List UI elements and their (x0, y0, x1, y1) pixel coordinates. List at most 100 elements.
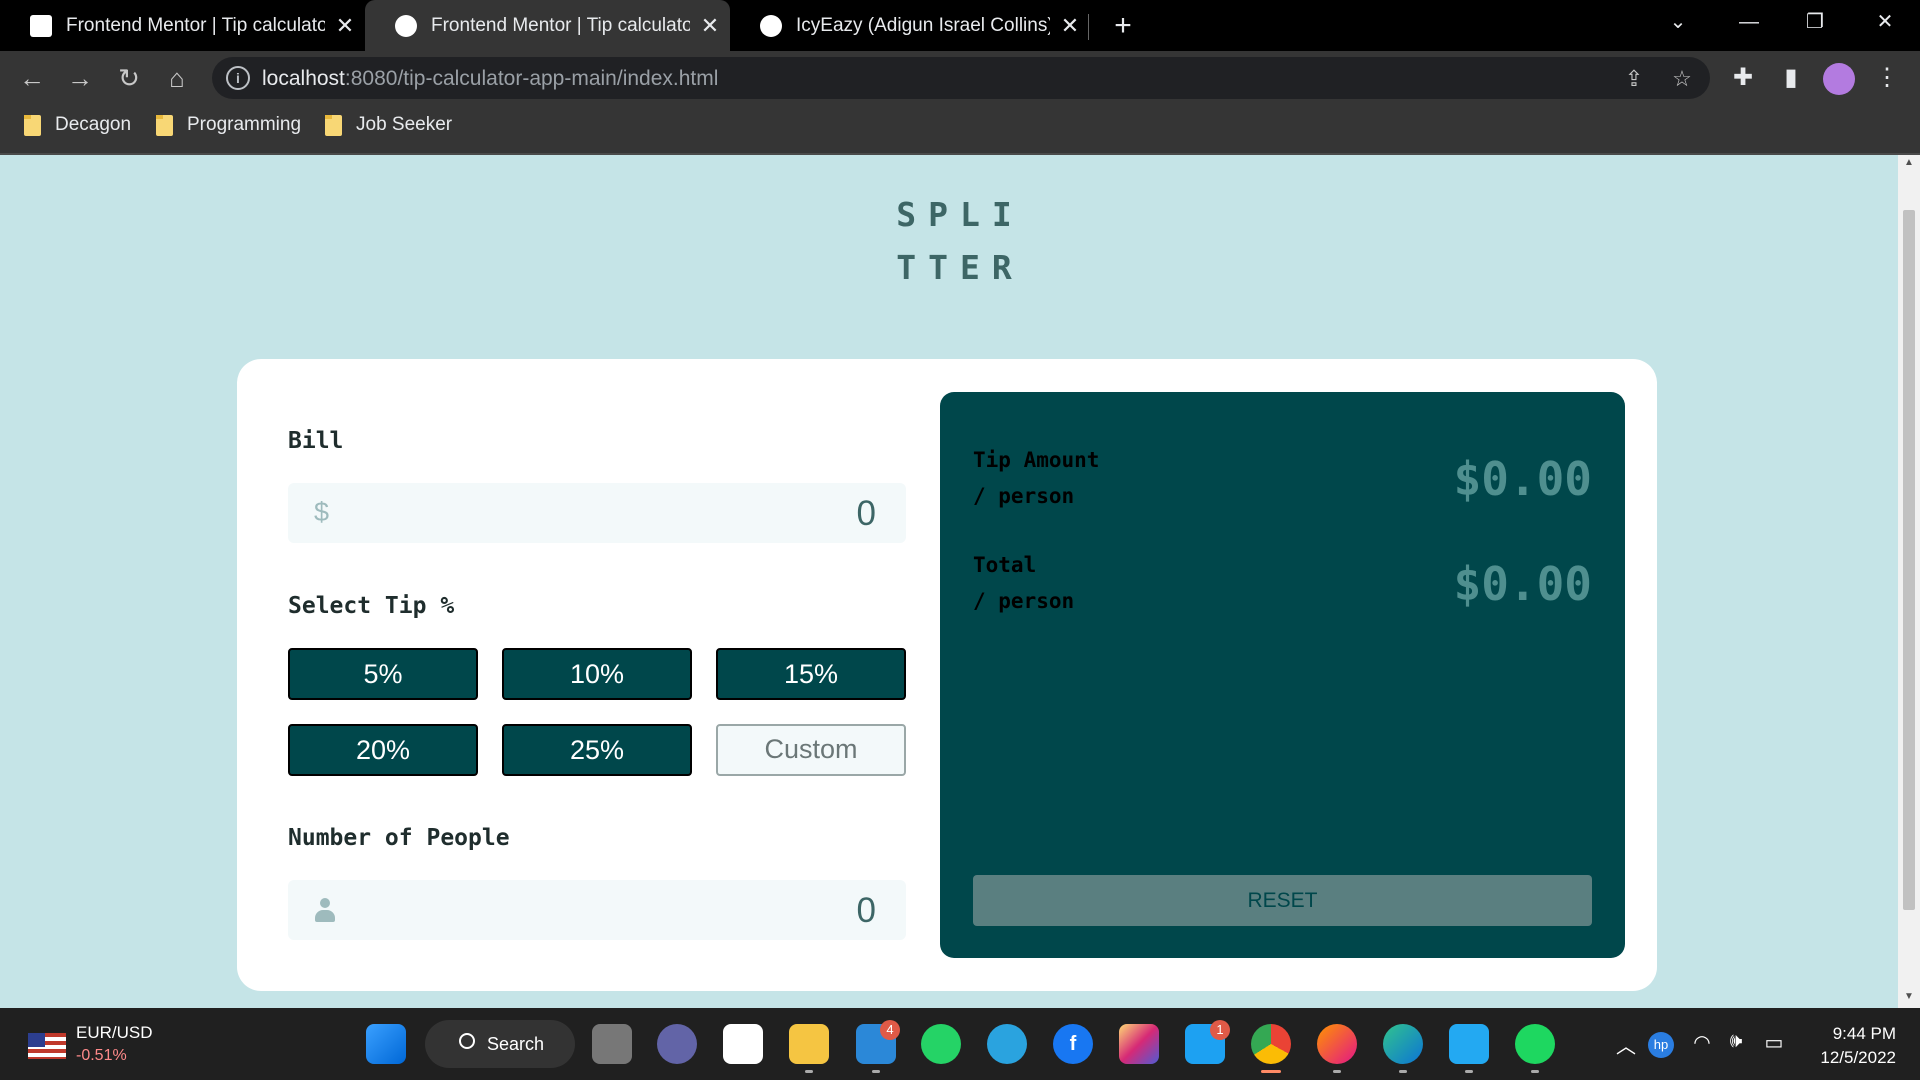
tip-amount-label: Tip Amount / person (973, 448, 1100, 508)
clock-date: 12/5/2022 (1820, 1048, 1896, 1067)
telegram-icon[interactable] (987, 1024, 1027, 1064)
favicon-icon (395, 14, 417, 37)
show-hidden-icons[interactable]: ︿ (1612, 1030, 1640, 1059)
bill-value: 0 (856, 494, 876, 533)
running-indicator (805, 1070, 813, 1073)
chrome-icon[interactable] (1251, 1024, 1291, 1064)
task-view-icon[interactable] (592, 1024, 632, 1064)
scroll-down-icon[interactable]: ▼ (1903, 991, 1915, 1002)
start-icon[interactable] (366, 1024, 406, 1064)
app-logo: SPLI TTER (860, 188, 1060, 294)
vscode-icon[interactable] (1449, 1024, 1489, 1064)
logo-line-2: TTER (896, 248, 1024, 287)
person-icon (315, 898, 335, 924)
running-indicator (1465, 1070, 1473, 1073)
profile-avatar[interactable] (1823, 63, 1855, 95)
bookmark-label: Programming (187, 114, 302, 135)
scroll-thumb[interactable] (1903, 210, 1915, 910)
volume-icon[interactable]: 🕪 (1722, 1030, 1750, 1053)
bookmark-programming[interactable]: Programming (156, 108, 301, 142)
home-icon[interactable]: ⌂ (159, 62, 195, 94)
wifi-icon[interactable]: ◠ (1688, 1030, 1716, 1055)
running-indicator (1333, 1070, 1341, 1073)
tip-20-button[interactable]: 20% (288, 724, 478, 776)
people-input[interactable]: 0 (288, 880, 906, 940)
close-tab-icon[interactable]: ✕ (690, 13, 730, 39)
edge-icon[interactable] (1383, 1024, 1423, 1064)
folder-icon (325, 114, 342, 136)
side-panel-icon[interactable]: ▮ (1775, 62, 1807, 94)
tab-3[interactable]: IcyEazy (Adigun Israel Collins) ✕ (730, 0, 1090, 51)
hp-icon[interactable]: hp (1648, 1032, 1674, 1058)
site-info-icon[interactable]: i (226, 66, 250, 90)
running-indicator (1531, 1070, 1539, 1073)
bookmark-decagon[interactable]: Decagon (24, 108, 131, 142)
select-tip-label: Select Tip % (288, 593, 455, 619)
twitter-badge: 1 (1210, 1020, 1230, 1040)
us-flag-icon (28, 1033, 66, 1059)
mail-badge: 4 (880, 1020, 900, 1040)
close-window-icon[interactable]: ✕ (1852, 0, 1918, 44)
teams-chat-icon[interactable] (657, 1024, 697, 1064)
active-indicator (1261, 1070, 1281, 1073)
github-icon (760, 14, 782, 37)
file-explorer-icon[interactable] (789, 1024, 829, 1064)
bookmarks-bar: Decagon Programming Job Seeker (0, 108, 1920, 154)
running-indicator (1399, 1070, 1407, 1073)
restore-icon[interactable]: ❐ (1782, 0, 1848, 44)
tab-1[interactable]: Frontend Mentor | Tip calculator ✕ (0, 0, 365, 51)
ticker-change: -0.51% (76, 1047, 127, 1064)
close-tab-icon[interactable]: ✕ (1050, 13, 1090, 39)
total-value: $0.00 (1453, 557, 1592, 611)
people-value: 0 (856, 891, 876, 930)
tab-title: Frontend Mentor | Tip calculator (431, 14, 690, 36)
new-tab-icon[interactable]: + (1105, 6, 1141, 46)
result-panel: Tip Amount / person $0.00 Total / person… (940, 392, 1625, 958)
tip-5-button[interactable]: 5% (288, 648, 478, 700)
tip-15-button[interactable]: 15% (716, 648, 906, 700)
microsoft-store-icon[interactable] (723, 1024, 763, 1064)
back-icon[interactable]: ← (14, 62, 50, 94)
close-tab-icon[interactable]: ✕ (325, 13, 365, 39)
tip-amount-value: $0.00 (1453, 452, 1592, 506)
whatsapp-icon[interactable] (921, 1024, 961, 1064)
tip-25-button[interactable]: 25% (502, 724, 692, 776)
folder-icon (156, 114, 173, 136)
search-icon (459, 1033, 475, 1049)
url-text: localhost:8080/tip-calculator-app-main/i… (262, 67, 719, 90)
custom-tip-input[interactable]: Custom (716, 724, 906, 776)
forward-icon[interactable]: → (62, 62, 98, 94)
tab-strip: Frontend Mentor | Tip calculator ✕ Front… (0, 0, 1920, 51)
minimize-icon[interactable]: — (1716, 0, 1782, 44)
tab-2[interactable]: Frontend Mentor | Tip calculator ✕ (365, 0, 730, 51)
bill-input[interactable]: $ 0 (288, 483, 906, 543)
instagram-icon[interactable] (1119, 1024, 1159, 1064)
ticker-name: EUR/USD (76, 1023, 153, 1042)
total-label: Total / person (973, 553, 1075, 613)
scrollbar[interactable]: ▲ ▼ (1898, 155, 1920, 1008)
people-label: Number of People (288, 825, 510, 851)
taskbar-search[interactable]: Search (425, 1020, 575, 1068)
tab-search-icon[interactable]: ⌄ (1645, 0, 1711, 44)
favicon-icon (30, 14, 52, 37)
spotify-icon[interactable] (1515, 1024, 1555, 1064)
share-icon[interactable]: ⇪ (1621, 66, 1647, 92)
tip-10-button[interactable]: 10% (502, 648, 692, 700)
reload-icon[interactable]: ↻ (111, 62, 147, 94)
clock-time: 9:44 PM (1832, 1024, 1896, 1043)
tab-divider (1088, 14, 1089, 40)
facebook-icon[interactable]: f (1053, 1024, 1093, 1064)
battery-icon[interactable]: ▭ (1760, 1030, 1788, 1055)
address-bar[interactable]: i localhost:8080/tip-calculator-app-main… (212, 57, 1710, 99)
extensions-icon[interactable]: ✚ (1727, 62, 1759, 94)
tab-title: IcyEazy (Adigun Israel Collins) (796, 14, 1050, 36)
system-clock[interactable]: 9:44 PM 12/5/2022 (1806, 1022, 1896, 1070)
scroll-up-icon[interactable]: ▲ (1903, 157, 1915, 168)
bookmark-star-icon[interactable]: ☆ (1669, 66, 1695, 92)
menu-icon[interactable]: ⋮ (1871, 62, 1903, 94)
bookmark-job-seeker[interactable]: Job Seeker (325, 108, 452, 142)
tab-title: Frontend Mentor | Tip calculator (66, 14, 325, 36)
firefox-icon[interactable] (1317, 1024, 1357, 1064)
search-label: Search (487, 1033, 545, 1054)
reset-button[interactable]: RESET (973, 875, 1592, 926)
